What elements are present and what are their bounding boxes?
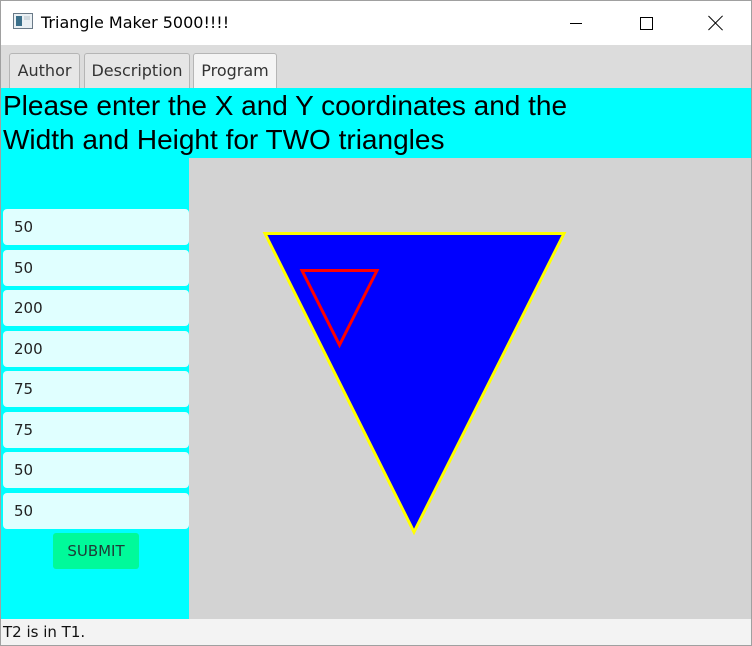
input-panel: SUBMIT (1, 158, 189, 619)
close-icon (708, 15, 724, 31)
tab-description[interactable]: Description (84, 53, 190, 88)
tab-program[interactable]: Program (193, 53, 277, 88)
status-message: T2 is in T1. (3, 623, 86, 641)
t1-y-field[interactable] (3, 250, 189, 286)
tab-author[interactable]: Author (9, 53, 80, 88)
t2-width-field[interactable] (3, 452, 189, 488)
t2-height-field[interactable] (3, 493, 189, 529)
drawing-canvas (189, 158, 751, 619)
instructions-label: Please enter the X and Y coordinates and… (3, 90, 568, 155)
program-tab-content: Please enter the X and Y coordinates and… (1, 88, 751, 619)
triangle-1 (262, 232, 567, 536)
app-window: Triangle Maker 5000!!!! Author Descripti… (0, 0, 752, 646)
app-window-icon (13, 13, 33, 29)
t1-width-field[interactable] (3, 290, 189, 326)
triangle-drawing (262, 232, 567, 536)
t1-height-field[interactable] (3, 331, 189, 367)
status-bar: T2 is in T1. (1, 619, 751, 645)
title-bar[interactable]: Triangle Maker 5000!!!! (1, 1, 751, 45)
t2-x-field[interactable] (3, 371, 189, 407)
t2-y-field[interactable] (3, 412, 189, 448)
window-title: Triangle Maker 5000!!!! (41, 13, 230, 32)
maximize-button[interactable] (623, 1, 669, 45)
t1-x-field[interactable] (3, 209, 189, 245)
tab-bar: Author Description Program (1, 45, 751, 88)
close-button[interactable] (693, 1, 739, 45)
submit-button[interactable]: SUBMIT (53, 533, 139, 569)
maximize-icon (639, 16, 653, 30)
minimize-button[interactable] (553, 1, 599, 45)
minimize-icon (570, 22, 582, 24)
